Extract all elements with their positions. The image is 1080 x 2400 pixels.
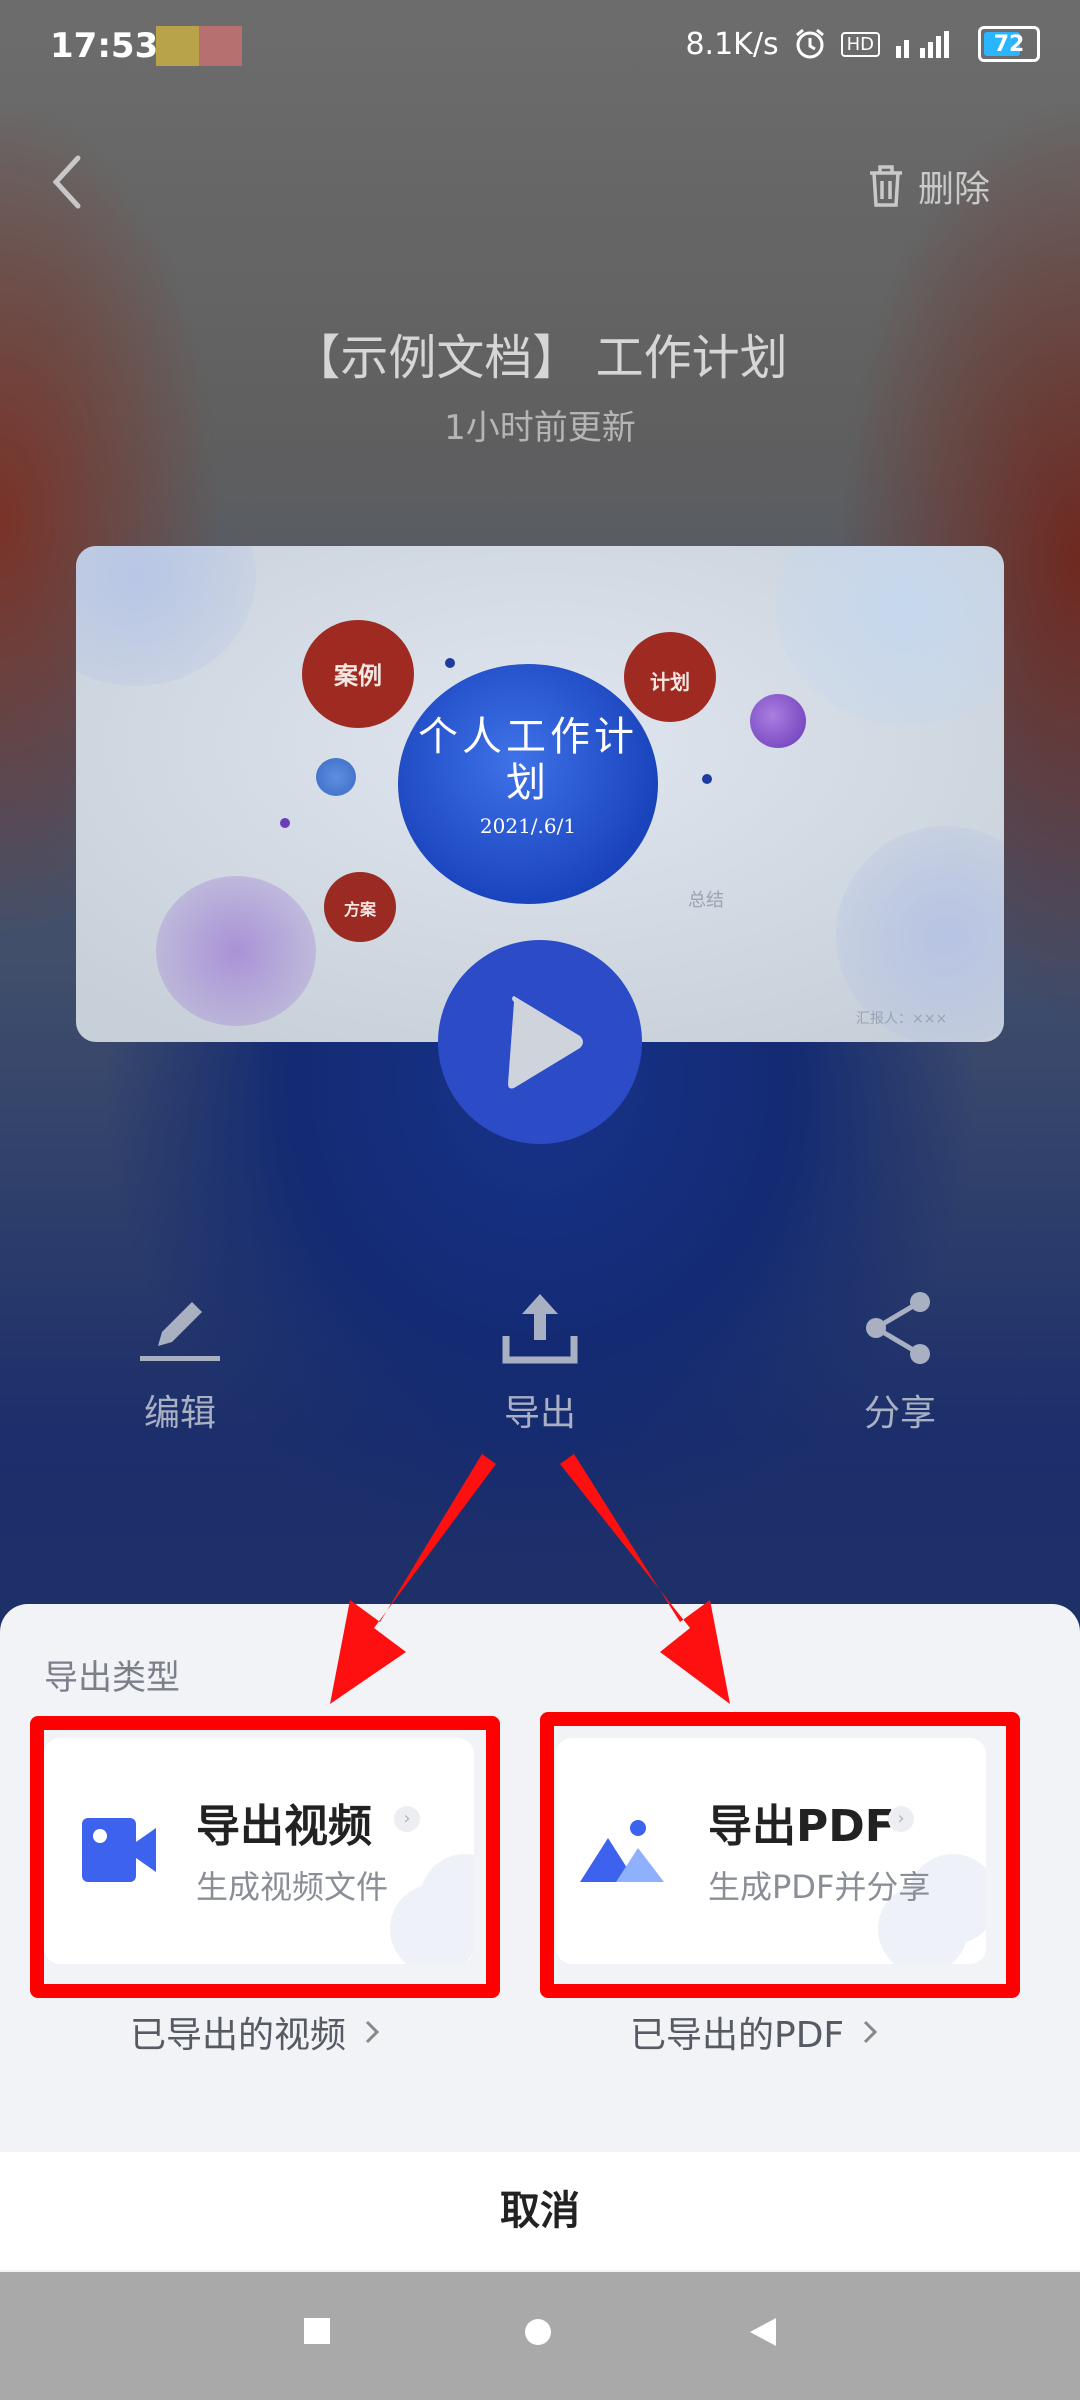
export-button[interactable]: 导出 xyxy=(460,1290,620,1436)
alarm-icon xyxy=(795,28,824,59)
preview-center-title: 个人工作计划 xyxy=(418,714,638,806)
chevron-right-icon xyxy=(365,2020,380,2044)
exported-video-link[interactable]: 已导出的视频 xyxy=(130,2006,380,2058)
edit-button[interactable]: 编辑 xyxy=(100,1290,260,1436)
decor-dot xyxy=(280,818,290,828)
battery-level: 72 xyxy=(993,31,1025,57)
status-time: 17:53 xyxy=(50,26,159,66)
decor-dot xyxy=(316,758,356,796)
decor-dot xyxy=(445,658,455,668)
share-icon xyxy=(866,1292,930,1364)
delete-button[interactable]: 删除 xyxy=(866,160,990,212)
pencil-icon xyxy=(140,1302,220,1361)
app-notification-icon xyxy=(156,26,199,66)
preview-center-ball: 个人工作计划 2021/.6/1 xyxy=(398,664,658,904)
cancel-button[interactable]: 取消 xyxy=(0,2152,1080,2270)
hd-badge: HD xyxy=(840,31,880,57)
notification-icons xyxy=(156,26,242,66)
exported-pdf-label: 已导出的PDF xyxy=(630,2015,845,2056)
preview-date: 2021/.6/1 xyxy=(479,814,577,838)
play-button[interactable] xyxy=(438,940,642,1144)
play-icon xyxy=(508,996,583,1089)
signal-icon xyxy=(896,31,949,58)
battery-icon: 72 xyxy=(978,26,1040,62)
trash-icon xyxy=(869,165,902,207)
screen: 17:53 8.1K/s HD 72 删除 【示例文档】 工作计划 1小时前更新… xyxy=(0,0,1080,2400)
preview-reporter: 汇报人：××× xyxy=(856,1011,948,1027)
edit-label: 编辑 xyxy=(143,1393,216,1434)
recent-apps-icon[interactable] xyxy=(302,2316,332,2346)
decor-dot xyxy=(702,774,712,784)
delete-label: 删除 xyxy=(917,169,990,210)
bubble-case-label: 案例 xyxy=(334,661,382,690)
back-arrow-icon[interactable] xyxy=(48,150,88,214)
preview-summary: 总结 xyxy=(688,890,724,911)
exported-pdf-link[interactable]: 已导出的PDF xyxy=(630,2006,878,2058)
sheet-title: 导出类型 xyxy=(44,1658,180,1698)
decor-dot xyxy=(750,694,806,748)
bubble-scheme-label: 方案 xyxy=(343,900,376,919)
export-label: 导出 xyxy=(503,1393,576,1434)
bubble-plan-label: 计划 xyxy=(650,670,690,694)
exported-video-label: 已导出的视频 xyxy=(130,2015,347,2056)
app-notification-icon xyxy=(199,26,242,66)
status-right: 8.1K/s HD 72 xyxy=(685,26,1040,62)
decor-blob xyxy=(776,546,1004,726)
share-button[interactable]: 分享 xyxy=(820,1290,980,1436)
decor-blob xyxy=(156,876,316,1026)
share-label: 分享 xyxy=(863,1393,936,1434)
decor-blob xyxy=(76,546,256,686)
document-title: 【示例文档】 工作计划 xyxy=(292,330,788,386)
chevron-right-icon xyxy=(864,2020,878,2044)
system-nav-bar xyxy=(0,2272,1080,2400)
highlight-box xyxy=(30,1716,500,1998)
update-time: 1小时前更新 xyxy=(444,408,636,448)
home-icon[interactable] xyxy=(522,2316,554,2348)
status-bar: 17:53 8.1K/s HD 72 xyxy=(0,0,1080,96)
net-speed: 8.1K/s xyxy=(685,26,779,62)
back-icon[interactable] xyxy=(748,2316,778,2348)
upload-icon xyxy=(502,1294,578,1364)
highlight-box xyxy=(540,1712,1020,1998)
